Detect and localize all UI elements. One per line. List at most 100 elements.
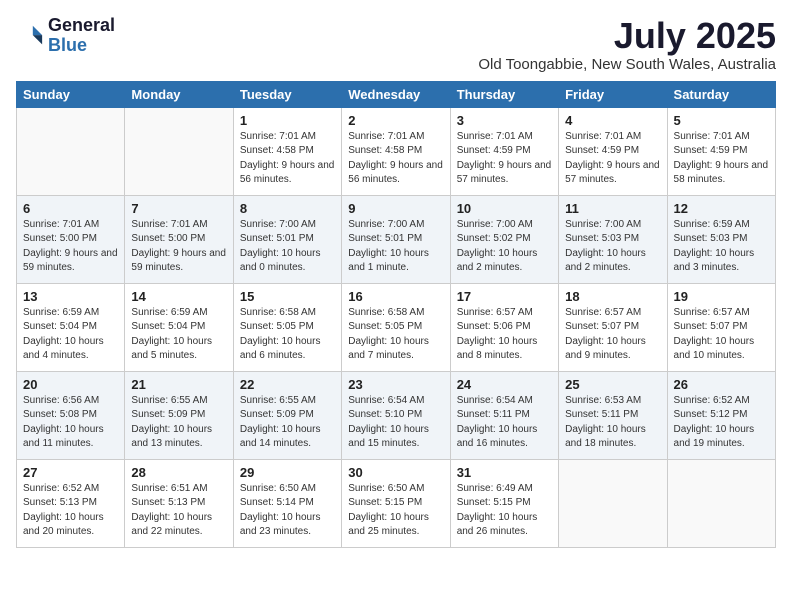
title-block: July 2025 Old Toongabbie, New South Wale… [478, 16, 776, 73]
day-number: 15 [240, 289, 335, 304]
day-info: Sunrise: 7:01 AM Sunset: 5:00 PM Dayligh… [131, 218, 226, 276]
day-number: 8 [240, 201, 335, 216]
calendar-day-cell: 3 Sunrise: 7:01 AM Sunset: 4:59 PM Daylig… [450, 107, 558, 195]
day-number: 27 [23, 465, 118, 480]
calendar-day-cell: 15 Sunrise: 6:58 AM Sunset: 5:05 PM Dayli… [233, 283, 341, 371]
day-info: Sunrise: 7:01 AM Sunset: 5:00 PM Dayligh… [23, 218, 118, 276]
page-header: General Blue July 2025 Old Toongabbie, N… [16, 16, 776, 73]
logo-general: General [48, 16, 115, 36]
day-info: Sunrise: 6:54 AM Sunset: 5:10 PM Dayligh… [348, 394, 443, 452]
day-info: Sunrise: 7:00 AM Sunset: 5:03 PM Dayligh… [565, 218, 660, 276]
calendar-day-cell: 20Sunrise: 6:56 AM Sunset: 5:08 PM Dayli… [17, 371, 125, 459]
day-number: 5 [674, 113, 769, 128]
day-number: 16 [348, 289, 443, 304]
day-info: Sunrise: 7:01 AM Sunset: 4:58 PM Dayligh… [348, 130, 443, 188]
day-info: Sunrise: 6:52 AM Sunset: 5:12 PM Dayligh… [674, 394, 769, 452]
calendar-day-cell [17, 107, 125, 195]
day-number: 19 [674, 289, 769, 304]
day-number: 17 [457, 289, 552, 304]
day-info: Sunrise: 6:57 AM Sunset: 5:07 PM Dayligh… [674, 306, 769, 364]
day-number: 12 [674, 201, 769, 216]
calendar-day-cell: 30 Sunrise: 6:50 AM Sunset: 5:15 PM Dayli… [342, 459, 450, 547]
calendar-day-cell: 8 Sunrise: 7:00 AM Sunset: 5:01 PM Daylig… [233, 195, 341, 283]
calendar-week-row: 6 Sunrise: 7:01 AM Sunset: 5:00 PM Daylig… [17, 195, 776, 283]
day-number: 14 [131, 289, 226, 304]
calendar-day-cell: 21 Sunrise: 6:55 AM Sunset: 5:09 PM Dayli… [125, 371, 233, 459]
day-number: 10 [457, 201, 552, 216]
logo: General Blue [16, 16, 115, 56]
day-number: 9 [348, 201, 443, 216]
day-number: 22 [240, 377, 335, 392]
day-number: 11 [565, 201, 660, 216]
day-info: Sunrise: 6:50 AM Sunset: 5:15 PM Dayligh… [348, 482, 443, 540]
day-number: 26 [674, 377, 769, 392]
weekday-header-friday: Friday [559, 81, 667, 107]
weekday-header-saturday: Saturday [667, 81, 775, 107]
day-info: Sunrise: 6:55 AM Sunset: 5:09 PM Dayligh… [240, 394, 335, 452]
calendar-day-cell: 6 Sunrise: 7:01 AM Sunset: 5:00 PM Daylig… [17, 195, 125, 283]
day-info: Sunrise: 6:50 AM Sunset: 5:14 PM Dayligh… [240, 482, 335, 540]
day-number: 30 [348, 465, 443, 480]
calendar-day-cell: 26 Sunrise: 6:52 AM Sunset: 5:12 PM Dayli… [667, 371, 775, 459]
day-info: Sunrise: 6:55 AM Sunset: 5:09 PM Dayligh… [131, 394, 226, 452]
day-info: Sunrise: 6:52 AM Sunset: 5:13 PM Dayligh… [23, 482, 118, 540]
calendar-day-cell: 18 Sunrise: 6:57 AM Sunset: 5:07 PM Dayli… [559, 283, 667, 371]
day-info: Sunrise: 6:56 AM Sunset: 5:08 PM Dayligh… [23, 394, 118, 452]
weekday-header-sunday: Sunday [17, 81, 125, 107]
calendar-day-cell: 7 Sunrise: 7:01 AM Sunset: 5:00 PM Daylig… [125, 195, 233, 283]
calendar-day-cell: 17 Sunrise: 6:57 AM Sunset: 5:06 PM Dayli… [450, 283, 558, 371]
day-info: Sunrise: 7:00 AM Sunset: 5:02 PM Dayligh… [457, 218, 552, 276]
calendar-day-cell: 1Sunrise: 7:01 AM Sunset: 4:58 PM Daylig… [233, 107, 341, 195]
logo-blue: Blue [48, 36, 115, 56]
day-number: 31 [457, 465, 552, 480]
calendar-day-cell: 2 Sunrise: 7:01 AM Sunset: 4:58 PM Daylig… [342, 107, 450, 195]
calendar-day-cell [559, 459, 667, 547]
calendar-day-cell: 14Sunrise: 6:59 AM Sunset: 5:04 PM Dayli… [125, 283, 233, 371]
calendar-day-cell: 16 Sunrise: 6:58 AM Sunset: 5:05 PM Dayli… [342, 283, 450, 371]
day-number: 2 [348, 113, 443, 128]
calendar-day-cell: 5Sunrise: 7:01 AM Sunset: 4:59 PM Daylig… [667, 107, 775, 195]
day-number: 1 [240, 113, 335, 128]
calendar-day-cell: 4 Sunrise: 7:01 AM Sunset: 4:59 PM Daylig… [559, 107, 667, 195]
day-info: Sunrise: 6:57 AM Sunset: 5:06 PM Dayligh… [457, 306, 552, 364]
calendar-day-cell: 12 Sunrise: 6:59 AM Sunset: 5:03 PM Dayli… [667, 195, 775, 283]
day-number: 3 [457, 113, 552, 128]
day-info: Sunrise: 6:54 AM Sunset: 5:11 PM Dayligh… [457, 394, 552, 452]
calendar-week-row: 1 Sunrise: 7:01 AM Sunset: 4:58 PM Daylig… [17, 107, 776, 195]
calendar-table: SundayMondayTuesdayWednesdayThursdayFrid… [16, 81, 776, 548]
weekday-header-row: SundayMondayTuesdayWednesdayThursdayFrid… [17, 81, 776, 107]
day-number: 23 [348, 377, 443, 392]
day-info: Sunrise: 7:00 AM Sunset: 5:01 PM Dayligh… [348, 218, 443, 276]
day-info: Sunrise: 7:01 AM Sunset: 4:59 PM Dayligh… [565, 130, 660, 188]
calendar-day-cell: 22 Sunrise: 6:55 AM Sunset: 5:09 PM Dayli… [233, 371, 341, 459]
calendar-day-cell: 11 Sunrise: 7:00 AM Sunset: 5:03 PM Dayli… [559, 195, 667, 283]
weekday-header-thursday: Thursday [450, 81, 558, 107]
weekday-header-tuesday: Tuesday [233, 81, 341, 107]
day-info: Sunrise: 6:59 AM Sunset: 5:04 PM Dayligh… [23, 306, 118, 364]
day-info: Sunrise: 7:00 AM Sunset: 5:01 PM Dayligh… [240, 218, 335, 276]
day-info: Sunrise: 6:59 AM Sunset: 5:03 PM Dayligh… [674, 218, 769, 276]
day-number: 25 [565, 377, 660, 392]
day-number: 4 [565, 113, 660, 128]
day-number: 7 [131, 201, 226, 216]
day-info: Sunrise: 7:01 AM Sunset: 4:59 PM Dayligh… [457, 130, 552, 188]
calendar-day-cell: 25 Sunrise: 6:53 AM Sunset: 5:11 PM Dayli… [559, 371, 667, 459]
day-number: 6 [23, 201, 118, 216]
day-number: 24 [457, 377, 552, 392]
calendar-day-cell: 28Sunrise: 6:51 AM Sunset: 5:13 PM Dayli… [125, 459, 233, 547]
day-info: Sunrise: 6:58 AM Sunset: 5:05 PM Dayligh… [240, 306, 335, 364]
day-number: 28 [131, 465, 226, 480]
logo-text: General Blue [48, 16, 115, 56]
day-number: 13 [23, 289, 118, 304]
day-info: Sunrise: 6:57 AM Sunset: 5:07 PM Dayligh… [565, 306, 660, 364]
calendar-day-cell: 10 Sunrise: 7:00 AM Sunset: 5:02 PM Dayli… [450, 195, 558, 283]
day-number: 29 [240, 465, 335, 480]
day-info: Sunrise: 6:53 AM Sunset: 5:11 PM Dayligh… [565, 394, 660, 452]
calendar-day-cell: 19 Sunrise: 6:57 AM Sunset: 5:07 PM Dayli… [667, 283, 775, 371]
day-info: Sunrise: 6:58 AM Sunset: 5:05 PM Dayligh… [348, 306, 443, 364]
weekday-header-wednesday: Wednesday [342, 81, 450, 107]
day-number: 18 [565, 289, 660, 304]
day-number: 21 [131, 377, 226, 392]
calendar-day-cell: 24 Sunrise: 6:54 AM Sunset: 5:11 PM Dayli… [450, 371, 558, 459]
day-info: Sunrise: 6:49 AM Sunset: 5:15 PM Dayligh… [457, 482, 552, 540]
